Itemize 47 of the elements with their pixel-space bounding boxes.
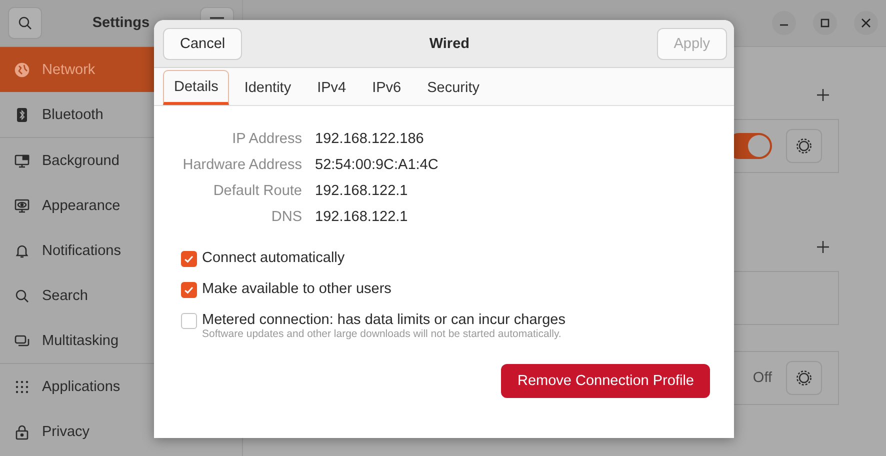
option-label: Make available to other users [202, 281, 392, 297]
lock-icon [14, 424, 30, 440]
settings-button[interactable] [786, 129, 822, 163]
tab[interactable]: IPv6 [361, 70, 412, 105]
display-eye-icon [14, 198, 30, 214]
detail-value: 192.168.122.1 [315, 209, 409, 225]
option-hint: Software updates and other large downloads will not be started automatically. [202, 328, 562, 340]
option-label: Connect automatically [202, 250, 345, 266]
detail-label: Default Route [212, 183, 302, 199]
cancel-button[interactable]: Cancel [163, 28, 242, 60]
detail-value: 192.168.122.186 [315, 131, 425, 147]
bell-icon [14, 242, 30, 258]
dialog-title: Wired [428, 36, 470, 52]
close-icon [861, 18, 871, 28]
detail-value: 192.168.122.1 [315, 183, 409, 199]
grid-icon [14, 378, 30, 394]
tab[interactable]: IPv4 [306, 70, 358, 105]
detail-value: 52:54:00:9C:A1:4C [315, 157, 440, 173]
bluetooth-icon [14, 106, 30, 122]
monitor-icon [14, 152, 30, 168]
status-text: Off [752, 370, 772, 386]
search-icon [14, 288, 30, 304]
maximize-button[interactable] [813, 11, 837, 35]
close-button[interactable] [854, 11, 878, 35]
detail-label: Hardware Address [182, 157, 302, 173]
sidebar-title: Settings [91, 15, 151, 31]
checkbox[interactable] [181, 282, 197, 298]
search-button[interactable] [8, 7, 42, 39]
maximize-icon [820, 18, 830, 28]
checkbox[interactable] [181, 313, 197, 329]
checkbox[interactable] [181, 251, 197, 267]
detail-label: DNS [270, 209, 302, 225]
detail-label: IP Address [231, 131, 302, 147]
gear-icon [795, 137, 813, 155]
search-icon [17, 15, 33, 31]
settings-button[interactable] [786, 361, 822, 395]
sidebar-item[interactable]: Applications [0, 364, 242, 409]
plus-icon[interactable] [817, 241, 829, 253]
tab[interactable]: Details [163, 70, 230, 105]
tab[interactable]: Security [416, 70, 490, 105]
sidebar-item[interactable]: Privacy [0, 409, 242, 454]
globe-icon [14, 62, 30, 78]
option-label: Metered connection: has data limits or can incur charges [202, 312, 566, 328]
remove-profile-button[interactable]: Remove Connection Profile [501, 364, 710, 398]
gear-icon [795, 369, 813, 387]
plus-icon[interactable] [817, 89, 829, 101]
windows-icon [14, 332, 30, 348]
